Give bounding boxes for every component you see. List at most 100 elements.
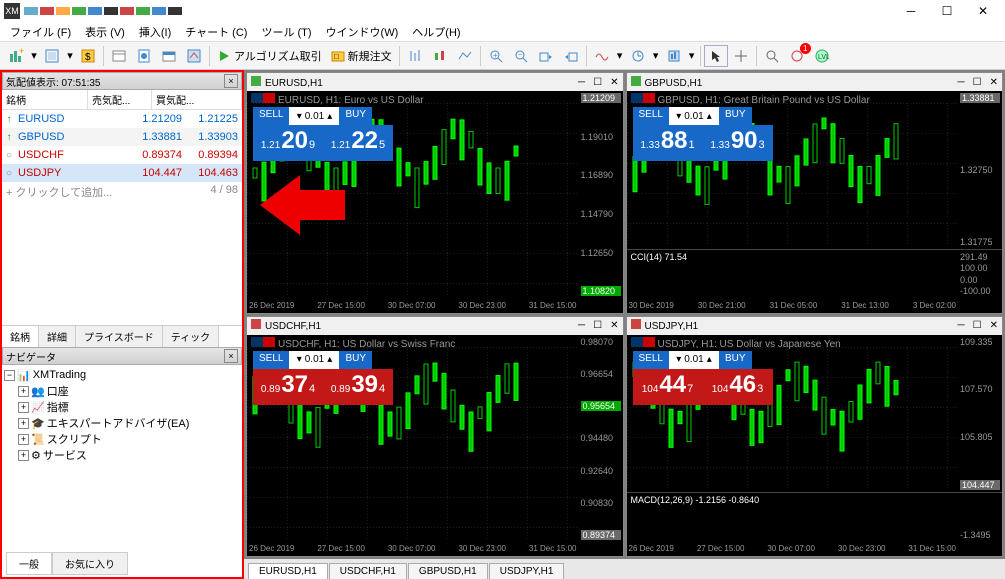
menu-insert[interactable]: 挿入(I) — [133, 22, 177, 42]
window-maximize-button[interactable]: ☐ — [929, 0, 965, 22]
chart-close-icon[interactable]: ✕ — [990, 77, 998, 88]
expand-icon[interactable]: + — [18, 434, 29, 445]
col-bid[interactable]: 売気配... — [88, 90, 152, 109]
window-minimize-button[interactable]: ─ — [893, 0, 929, 22]
tb-crosshair-icon[interactable] — [729, 45, 753, 67]
mw-tab-symbol[interactable]: 銘柄 — [2, 326, 39, 347]
tb-auto-scroll-icon[interactable] — [534, 45, 558, 67]
chart-min-icon[interactable]: ─ — [578, 77, 585, 88]
tb-notification-icon[interactable] — [785, 45, 809, 67]
nav-root[interactable]: −📊XMTrading — [4, 367, 240, 383]
market-watch-close-icon[interactable]: × — [224, 74, 238, 88]
tb-new-chart-icon[interactable]: + — [4, 45, 28, 67]
chart-titlebar[interactable]: USDCHF,H1 ─☐✕ — [247, 317, 623, 335]
mw-tab-price[interactable]: プライスボード — [76, 326, 163, 347]
menu-tool[interactable]: ツール (T) — [255, 22, 317, 42]
expand-icon[interactable]: + — [18, 418, 29, 429]
tb-algo-trading-button[interactable]: アルゴリズム取引 — [213, 46, 326, 66]
mw-tab-tick[interactable]: ティック — [163, 326, 219, 347]
nav-item[interactable]: +📜スクリプト — [18, 431, 240, 447]
chart-tab[interactable]: EURUSD,H1 — [248, 563, 328, 579]
tb-data-window-icon[interactable] — [107, 45, 131, 67]
nav-item[interactable]: +📈指標 — [18, 399, 240, 415]
lot-input[interactable]: ▾0.01▴ — [669, 351, 719, 369]
tb-bar-chart-icon[interactable] — [403, 45, 427, 67]
tb-candle-chart-icon[interactable] — [428, 45, 452, 67]
chart-tab[interactable]: USDJPY,H1 — [489, 563, 565, 579]
tb-indicators-icon[interactable] — [590, 45, 614, 67]
market-watch-row[interactable]: ○USDCHF0.893740.89394 — [2, 146, 242, 164]
lot-input[interactable]: ▾0.01▴ — [289, 351, 339, 369]
chart-close-icon[interactable]: ✕ — [610, 320, 618, 331]
chart-body[interactable]: USDCHF, H1: US Dollar vs Swiss Franc SEL… — [247, 335, 623, 557]
tb-periods-icon[interactable] — [626, 45, 650, 67]
expand-icon[interactable]: + — [18, 386, 29, 397]
tb-new-order-button[interactable]: □新規注文 — [327, 46, 396, 66]
tb-strategy-tester-icon[interactable] — [182, 45, 206, 67]
sell-button[interactable]: 0.89374 — [253, 369, 323, 405]
tb-templates-icon[interactable] — [662, 45, 686, 67]
tb-terminal-icon[interactable] — [157, 45, 181, 67]
menu-help[interactable]: ヘルプ(H) — [406, 22, 466, 42]
navigator-close-icon[interactable]: × — [224, 349, 238, 363]
chart-min-icon[interactable]: ─ — [578, 320, 585, 331]
tb-zoom-out-icon[interactable]: − — [509, 45, 533, 67]
expand-icon[interactable]: − — [4, 370, 15, 381]
chart-close-icon[interactable]: ✕ — [610, 77, 618, 88]
tb-market-watch-icon[interactable]: $ — [76, 45, 100, 67]
nav-item[interactable]: +🎓エキスパートアドバイザ(EA) — [18, 415, 240, 431]
col-symbol[interactable]: 銘柄 — [2, 90, 88, 109]
menu-file[interactable]: ファイル (F) — [4, 22, 77, 42]
nav-item[interactable]: +👥口座 — [18, 383, 240, 399]
tb-navigator-icon[interactable] — [132, 45, 156, 67]
nav-item[interactable]: +⚙サービス — [18, 447, 240, 463]
chart-min-icon[interactable]: ─ — [958, 77, 965, 88]
market-watch-row[interactable]: ↑EURUSD1.212091.21225 — [2, 110, 242, 128]
chart-min-icon[interactable]: ─ — [958, 320, 965, 331]
tb-zoom-in-icon[interactable]: + — [484, 45, 508, 67]
nav-tab-fav[interactable]: お気に入り — [52, 552, 128, 575]
chart-tab[interactable]: GBPUSD,H1 — [408, 563, 488, 579]
chart-max-icon[interactable]: ☐ — [593, 77, 602, 88]
lot-input[interactable]: ▾0.01▴ — [289, 107, 339, 125]
expand-icon[interactable]: + — [18, 402, 29, 413]
chart-body[interactable]: USDJPY, H1: US Dollar vs Japanese Yen SE… — [627, 335, 1003, 557]
window-close-button[interactable]: ✕ — [965, 0, 1001, 22]
buy-button[interactable]: 0.89394 — [323, 369, 393, 405]
market-watch-row[interactable]: ○USDJPY104.447104.463 — [2, 164, 242, 182]
market-watch-row[interactable]: ↑GBPUSD1.338811.33903 — [2, 128, 242, 146]
chart-titlebar[interactable]: USDJPY,H1 ─☐✕ — [627, 317, 1003, 335]
chart-max-icon[interactable]: ☐ — [973, 320, 982, 331]
market-watch-add-row[interactable]: + クリックして追加... 4 / 98 — [2, 182, 242, 202]
buy-button[interactable]: 1.33903 — [703, 125, 773, 161]
tb-dropdown3-icon[interactable]: ▾ — [615, 45, 625, 67]
nav-tab-general[interactable]: 一般 — [6, 552, 52, 575]
chart-titlebar[interactable]: GBPUSD,H1 ─☐✕ — [627, 73, 1003, 91]
chart-max-icon[interactable]: ☐ — [593, 320, 602, 331]
tb-level-icon[interactable]: LVL — [810, 45, 834, 67]
tb-line-chart-icon[interactable] — [453, 45, 477, 67]
tb-dropdown-icon[interactable]: ▾ — [29, 45, 39, 67]
chart-body[interactable]: GBPUSD, H1: Great Britain Pound vs US Do… — [627, 91, 1003, 313]
sell-button[interactable]: 1.33881 — [633, 125, 703, 161]
menu-window[interactable]: ウインドウ(W) — [320, 22, 405, 42]
lot-input[interactable]: ▾0.01▴ — [669, 107, 719, 125]
col-ask[interactable]: 買気配... — [152, 90, 242, 109]
tb-dropdown2-icon[interactable]: ▾ — [65, 45, 75, 67]
tb-chart-shift-icon[interactable] — [559, 45, 583, 67]
chart-max-icon[interactable]: ☐ — [973, 77, 982, 88]
sell-button[interactable]: 104447 — [633, 369, 703, 405]
expand-icon[interactable]: + — [18, 450, 29, 461]
chart-tab[interactable]: USDCHF,H1 — [329, 563, 407, 579]
mw-tab-detail[interactable]: 詳細 — [39, 326, 76, 347]
sell-button[interactable]: 1.21209 — [253, 125, 323, 161]
buy-button[interactable]: 1.21225 — [323, 125, 393, 161]
tb-dropdown4-icon[interactable]: ▾ — [651, 45, 661, 67]
tb-profiles-icon[interactable] — [40, 45, 64, 67]
tb-cursor-icon[interactable] — [704, 45, 728, 67]
buy-button[interactable]: 104463 — [703, 369, 773, 405]
tb-dropdown5-icon[interactable]: ▾ — [687, 45, 697, 67]
menu-chart[interactable]: チャート (C) — [179, 22, 253, 42]
chart-titlebar[interactable]: EURUSD,H1 ─☐✕ — [247, 73, 623, 91]
menu-view[interactable]: 表示 (V) — [79, 22, 131, 42]
